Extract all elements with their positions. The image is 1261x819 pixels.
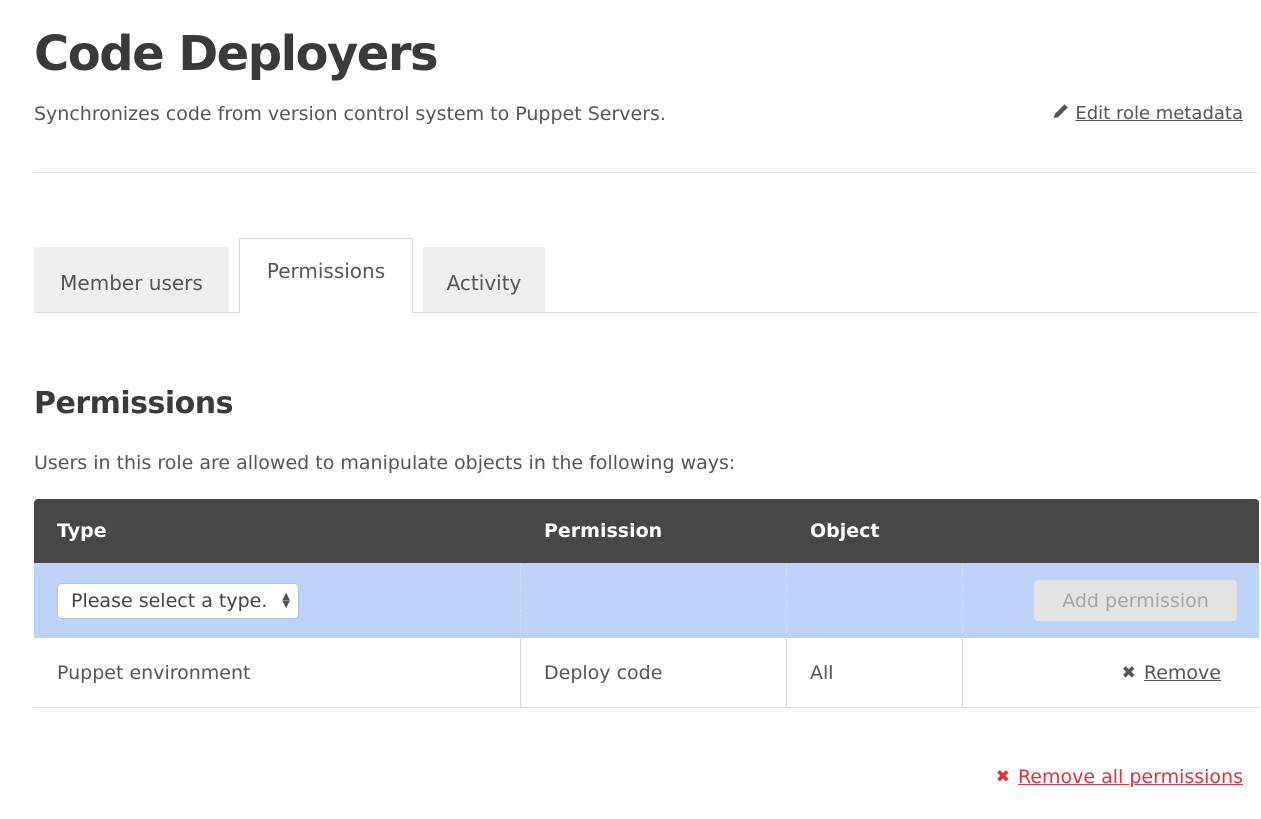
column-header-object: Object	[810, 520, 880, 542]
add-permission-button[interactable]: Add permission	[1034, 580, 1237, 621]
add-button-cell: Add permission	[963, 563, 1259, 638]
remove-all-label: Remove all permissions	[1017, 766, 1243, 788]
row-actions: ✖ Remove	[963, 638, 1259, 707]
permission-cell	[521, 563, 787, 638]
tab-permissions[interactable]: Permissions	[239, 238, 413, 313]
remove-label: Remove	[1143, 661, 1221, 684]
tab-activity[interactable]: Activity	[423, 247, 545, 312]
section-description: Users in this role are allowed to manipu…	[34, 452, 736, 474]
tab-bar: Member users Permissions Activity	[34, 238, 1258, 313]
page-title: Code Deployers	[34, 26, 439, 82]
tab-bar-line	[34, 312, 1258, 313]
close-icon: ✖	[1121, 662, 1136, 683]
permissions-table: Type Permission Object Please select a t…	[34, 499, 1259, 708]
add-permission-row: Please select a type. ▲ ▼ Add permission	[34, 563, 1259, 638]
header-divider	[34, 172, 1258, 173]
table-row: Puppet environment Deploy code All ✖ Rem…	[34, 638, 1259, 708]
select-arrows-icon: ▲ ▼	[282, 590, 290, 610]
column-header-permission: Permission	[544, 520, 663, 542]
remove-all-permissions-link[interactable]: ✖ Remove all permissions	[996, 766, 1243, 788]
table-header: Type Permission Object	[34, 499, 1259, 563]
type-cell: Please select a type. ▲ ▼	[34, 563, 521, 638]
tab-member-users[interactable]: Member users	[34, 247, 229, 312]
edit-role-metadata-link[interactable]: Edit role metadata	[1053, 102, 1243, 126]
row-type: Puppet environment	[34, 638, 521, 707]
remove-permission-link[interactable]: ✖ Remove	[1122, 662, 1221, 684]
section-title: Permissions	[34, 386, 234, 421]
role-description: Synchronizes code from version control s…	[34, 103, 666, 125]
column-header-actions	[963, 499, 1259, 563]
type-select[interactable]: Please select a type. ▲ ▼	[57, 582, 299, 619]
row-permission: Deploy code	[521, 638, 787, 707]
row-object: All	[787, 638, 963, 707]
type-select-value: Please select a type.	[71, 589, 268, 612]
edit-role-metadata-label: Edit role metadata	[1075, 103, 1243, 124]
pencil-icon	[1053, 102, 1069, 126]
column-header-type: Type	[57, 520, 107, 542]
close-icon: ✖	[995, 767, 1010, 787]
object-cell	[787, 563, 963, 638]
